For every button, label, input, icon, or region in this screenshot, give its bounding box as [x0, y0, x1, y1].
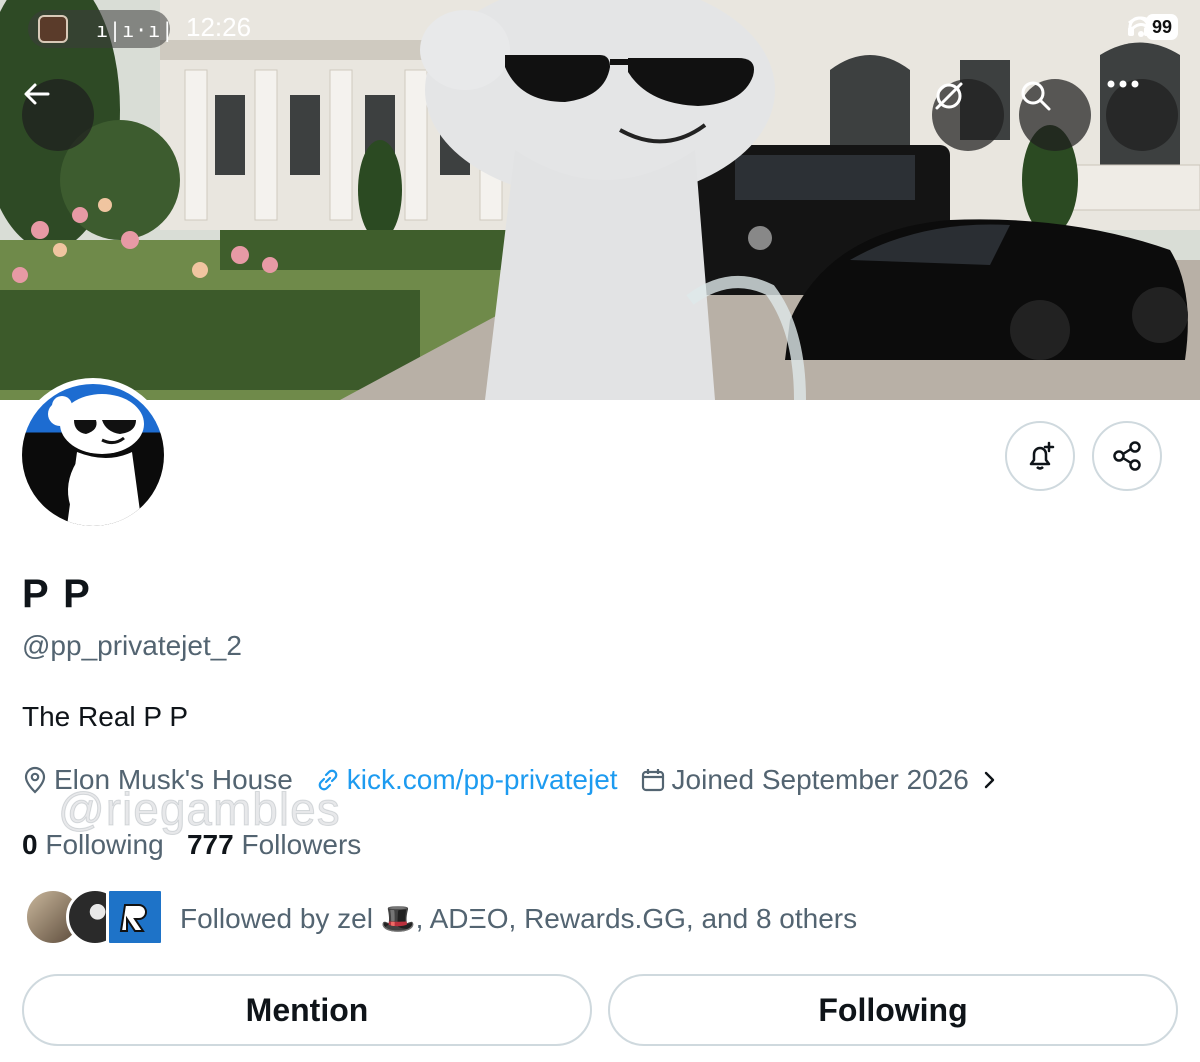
- share-button[interactable]: [1092, 421, 1162, 491]
- search-button[interactable]: [1019, 79, 1091, 151]
- media-thumbnail: [38, 15, 68, 43]
- more-icon: [1107, 80, 1139, 88]
- back-button[interactable]: [22, 79, 94, 151]
- grok-button[interactable]: [932, 79, 1004, 151]
- rewards-logo-icon: [119, 904, 147, 932]
- avatar-image: [22, 384, 164, 526]
- link-icon: [318, 769, 338, 791]
- audio-wave-icon: ı|ı·ı|: [96, 18, 175, 42]
- chevron-right-icon: [984, 771, 995, 789]
- avatar[interactable]: [16, 378, 170, 532]
- arrow-left-icon: [24, 83, 50, 105]
- following-count-label: Following: [45, 829, 164, 860]
- profile-meta: Elon Musk's House kick.com/pp-privatejet…: [22, 764, 1029, 796]
- location-pin-icon: [24, 766, 46, 794]
- followers-count-label: Followers: [241, 829, 362, 860]
- display-name: P P: [22, 572, 92, 616]
- follower-avatar-3: [106, 888, 164, 946]
- banner-image: [0, 0, 1200, 400]
- more-button[interactable]: [1106, 79, 1178, 151]
- website-link-text[interactable]: kick.com/pp-privatejet: [347, 764, 618, 796]
- grok-icon: [935, 82, 963, 110]
- following-button[interactable]: Following: [608, 974, 1178, 1046]
- bell-plus-icon: [1029, 441, 1055, 470]
- notify-button[interactable]: [1005, 421, 1075, 491]
- location: Elon Musk's House: [22, 764, 293, 796]
- share-icon: [1113, 441, 1141, 471]
- profile-banner[interactable]: ı|ı·ı| 12:26 99: [0, 0, 1200, 400]
- website-link[interactable]: kick.com/pp-privatejet: [315, 764, 618, 796]
- bio: The Real P P: [22, 701, 189, 732]
- followed-by-text: Followed by zel 🎩, ADΞO, Rewards.GG, and…: [180, 903, 858, 934]
- calendar-icon: [641, 769, 664, 792]
- following-count: 0: [22, 829, 38, 860]
- location-text: Elon Musk's House: [54, 764, 293, 795]
- joined-date[interactable]: Joined September 2026: [640, 764, 1007, 796]
- search-icon: [1021, 81, 1051, 111]
- joined-text: Joined September 2026: [671, 764, 969, 795]
- followers-count-link[interactable]: 777 Followers: [187, 829, 361, 860]
- status-icons: 99: [1126, 14, 1178, 40]
- mention-button[interactable]: Mention: [22, 974, 592, 1046]
- status-time: 12:26: [186, 12, 252, 42]
- follow-counts: 0 Following 777 Followers: [22, 829, 361, 861]
- user-handle: @pp_privatejet_2: [22, 630, 242, 661]
- following-count-link[interactable]: 0 Following: [22, 829, 164, 860]
- followers-count: 777: [186, 829, 234, 860]
